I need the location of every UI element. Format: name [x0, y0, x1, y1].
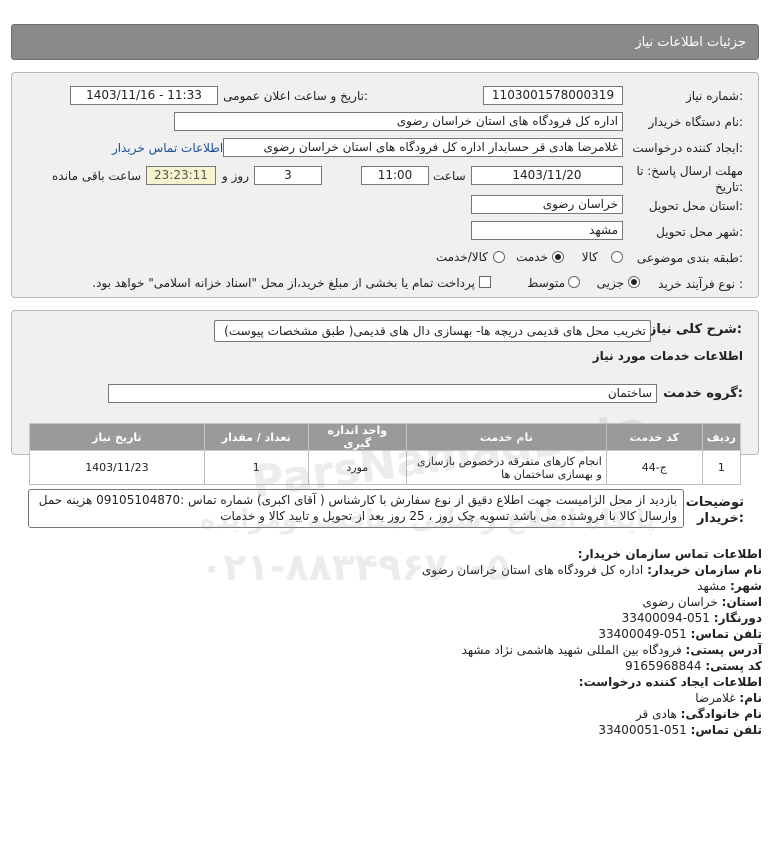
remaining-time-label: ساعت باقی مانده — [52, 169, 142, 183]
col-need-date: تاریخ نیاز — [29, 423, 205, 451]
col-unit: واحد اندازه گیری — [307, 423, 407, 451]
col-quantity: تعداد / مقدار — [203, 423, 309, 451]
cell-quantity: 1 — [203, 450, 309, 485]
announce-date-label: تاریخ و ساعت اعلان عمومی: — [223, 89, 368, 103]
table-header-row: ردیف کد خدمت نام خدمت واحد اندازه گیری ت… — [29, 423, 742, 451]
need-number-label: شماره نیاز: — [685, 89, 743, 103]
table-row: 1 ج-44 انجام کارهای متفرقه درخصوص بازساز… — [29, 450, 742, 485]
org-name-line: نام سازمان خریدار: اداره کل فرودگاه های … — [421, 563, 762, 577]
province-field: خراسان رضوی — [471, 195, 623, 214]
province-label: استان محل تحویل: — [648, 199, 743, 213]
services-table: ردیف کد خدمت نام خدمت واحد اندازه گیری ت… — [29, 423, 742, 485]
buyer-contact-link[interactable]: اطلاعات تماس خریدار — [112, 141, 223, 155]
page-header: جزئیات اطلاعات نیاز — [11, 24, 759, 60]
org-province-line: استان: خراسان رضوی — [642, 595, 762, 609]
creator-last-name-line: نام خانوادگی: هادی قر — [635, 707, 762, 721]
org-contact-heading: اطلاعات تماس سازمان خریدار: — [577, 547, 762, 561]
col-service-name: نام خدمت — [405, 423, 607, 451]
category-service-label: خدمت — [516, 250, 548, 264]
category-goods-service-radio[interactable] — [493, 251, 505, 263]
cell-need-date: 1403/11/23 — [29, 450, 205, 485]
announce-date-field: 1403/11/16 - 11:33 — [70, 86, 218, 105]
org-fax-line: دورنگار: 051-33400094 — [621, 611, 762, 625]
cell-row-number: 1 — [701, 450, 742, 485]
org-postal-line: کد پستی: 9165968844 — [625, 659, 762, 673]
days-field: 3 — [254, 166, 322, 185]
creator-contact-heading: اطلاعات ایجاد کننده درخواست: — [578, 675, 762, 689]
creator-field: غلامرضا هادی قر حسابدار اداره کل فرودگاه… — [223, 138, 623, 157]
deadline-time-field: 11:00 — [361, 166, 429, 185]
treasury-payment-checkbox[interactable] — [479, 276, 491, 288]
creator-phone-line: تلفن تماس: 051-33400051 — [598, 723, 762, 737]
remaining-time-field: 23:23:11 — [146, 166, 216, 185]
buyer-org-label: نام دستگاه خریدار: — [648, 115, 744, 129]
process-partial-radio[interactable] — [628, 276, 640, 288]
deadline-label: مهلت ارسال پاسخ: تا — [636, 164, 743, 178]
treasury-payment-note: پرداخت تمام یا بخشی از مبلغ خرید،از محل … — [92, 276, 475, 290]
service-group-label: گروه خدمت: — [663, 386, 743, 401]
process-label: نوع فرآیند خرید : — [658, 277, 743, 291]
buyer-notes-line-2: وارسال کالا با فروشنده می باشد تسویه چک … — [220, 509, 677, 523]
creator-label: ایجاد کننده درخواست: — [632, 141, 743, 155]
deadline-date-field: 1403/11/20 — [471, 166, 623, 185]
service-group-field: ساختمان — [108, 384, 657, 403]
category-goods-radio[interactable] — [611, 251, 623, 263]
page-title: جزئیات اطلاعات نیاز — [635, 35, 746, 50]
buyer-notes-line-1: بازدید از محل الزامیست جهت اطلاع دقیق از… — [38, 493, 677, 507]
category-service-radio[interactable] — [552, 251, 564, 263]
cell-unit: مورد — [307, 450, 407, 485]
buyer-notes-label-2: خریدار: — [697, 511, 744, 526]
days-label: روز و — [222, 169, 249, 183]
org-city-line: شهر: مشهد — [697, 579, 762, 593]
cell-service-code: ج-44 — [605, 450, 703, 485]
buyer-notes-label: توضیحات — [685, 495, 744, 510]
process-medium-label: متوسط — [527, 276, 565, 290]
process-medium-radio[interactable] — [568, 276, 580, 288]
deadline-time-label: ساعت — [433, 169, 466, 183]
description-field: تخریب محل های قدیمی دریچه ها- بهسازی دال… — [214, 320, 651, 342]
services-heading: اطلاعات خدمات مورد نیاز — [592, 349, 743, 363]
city-field: مشهد — [471, 221, 623, 240]
category-goods-label: کالا — [581, 250, 598, 264]
buyer-notes-box: بازدید از محل الزامیست جهت اطلاع دقیق از… — [28, 489, 684, 528]
deadline-label-date: تاریخ: — [715, 180, 743, 194]
process-partial-label: جزیی — [596, 276, 624, 290]
org-address-line: آدرس پستی: فرودگاه بین المللی شهید هاشمی… — [461, 643, 762, 657]
creator-first-name-line: نام: غلامرضا — [695, 691, 762, 705]
org-phone-line: تلفن تماس: 051-33400049 — [598, 627, 762, 641]
city-label: شهر محل تحویل: — [656, 225, 743, 239]
category-label: طبقه بندی موضوعی: — [636, 251, 743, 265]
category-goods-service-label: کالا/خدمت — [435, 250, 488, 264]
description-label: شرح کلی نیاز: — [648, 322, 742, 337]
col-row-number: ردیف — [701, 423, 742, 451]
col-service-code: کد خدمت — [605, 423, 703, 451]
need-number-field: 1103001578000319 — [483, 86, 623, 105]
buyer-org-field: اداره کل فرودگاه های استان خراسان رضوی — [174, 112, 623, 131]
cell-service-name: انجام کارهای متفرقه درخصوص بازسازی و بهس… — [405, 450, 607, 485]
